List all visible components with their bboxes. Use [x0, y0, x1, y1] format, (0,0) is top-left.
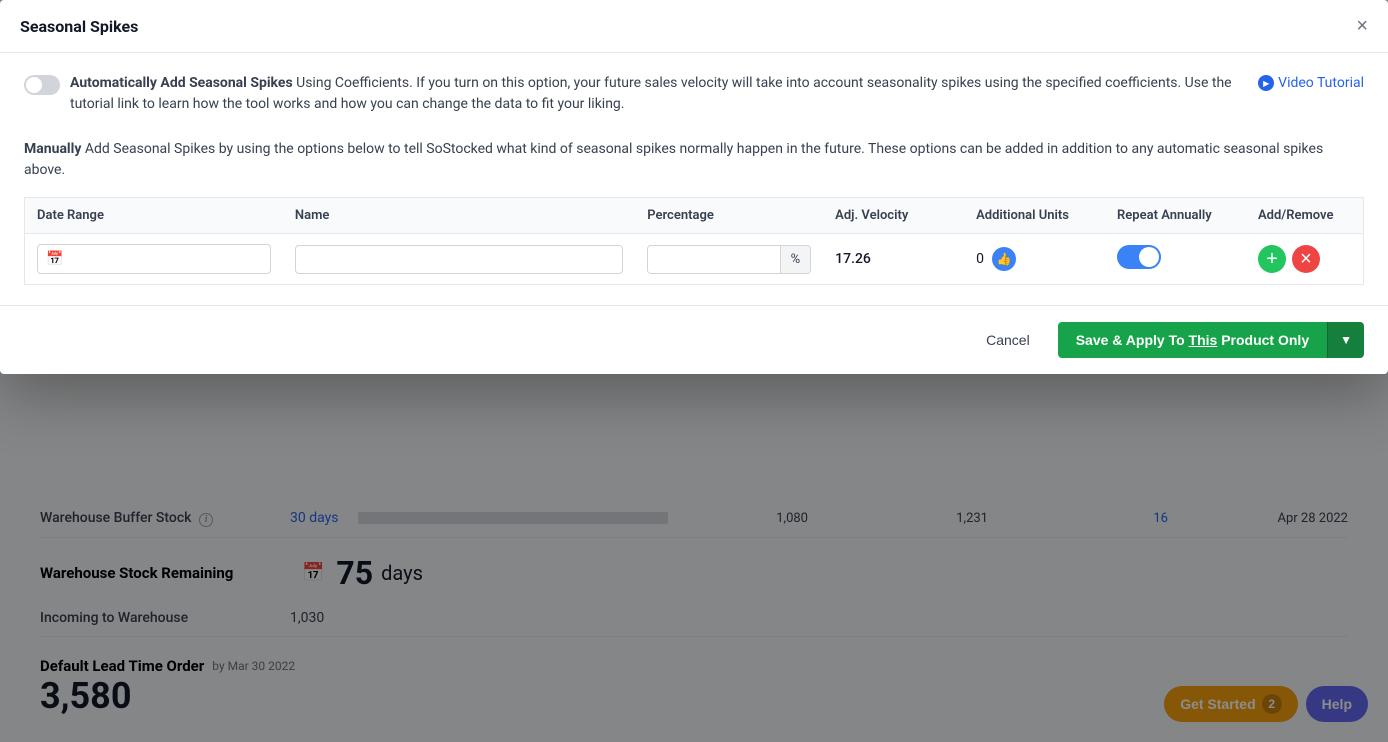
modal-footer: Cancel Save & Apply To This Product Only… [0, 305, 1388, 374]
save-dropdown-button[interactable]: ▼ [1327, 322, 1364, 358]
spikes-table: Date Range Name Percentage Adj. Velocity… [24, 197, 1364, 285]
date-range-cell: 📅 [25, 234, 283, 285]
header-name: Name [283, 198, 635, 234]
table-row: 📅 % 17.26 [25, 234, 1364, 285]
calendar-input-icon: 📅 [46, 251, 63, 267]
auto-toggle-bold: Automatically Add Seasonal Spikes [70, 75, 293, 91]
pct-suffix: % [780, 246, 811, 273]
save-button-group: Save & Apply To This Product Only ▼ [1058, 322, 1364, 358]
header-date-range: Date Range [25, 198, 283, 234]
save-bold: This [1189, 332, 1218, 348]
save-pre: Save & Apply To [1076, 332, 1189, 348]
header-repeat-annually: Repeat Annually [1105, 198, 1246, 234]
toggle-left: Automatically Add Seasonal Spikes Using … [24, 73, 1238, 115]
manual-bold: Manually [24, 141, 81, 157]
manual-section: Manually Add Seasonal Spikes by using th… [24, 139, 1364, 181]
additional-units-wrap: 0 👍 [976, 245, 1093, 273]
additional-units-cell: 0 👍 [964, 234, 1105, 285]
date-range-input[interactable] [69, 252, 261, 267]
manual-rest: Add Seasonal Spikes by using the options… [24, 141, 1323, 178]
header-row: Date Range Name Percentage Adj. Velocity… [25, 198, 1364, 234]
play-icon: ▶ [1258, 75, 1274, 91]
auto-toggle-row: Automatically Add Seasonal Spikes Using … [24, 73, 1364, 115]
adj-velocity-value: 17.26 [835, 251, 871, 267]
percentage-input-wrap: % [647, 245, 811, 274]
header-additional-units: Additional Units [964, 198, 1105, 234]
table-header: Date Range Name Percentage Adj. Velocity… [25, 198, 1364, 234]
video-tutorial-label: Video Tutorial [1278, 75, 1364, 91]
video-tutorial-link[interactable]: ▶ Video Tutorial [1258, 75, 1364, 91]
add-spike-button[interactable]: + [1258, 245, 1286, 273]
modal-header: Seasonal Spikes × [0, 0, 1388, 53]
cancel-button[interactable]: Cancel [970, 324, 1046, 356]
header-add-remove: Add/Remove [1246, 198, 1364, 234]
repeat-annually-cell [1105, 234, 1246, 285]
save-post: Product Only [1217, 332, 1309, 348]
header-adj-velocity: Adj. Velocity [823, 198, 964, 234]
name-cell [283, 234, 635, 285]
auto-toggle-switch[interactable] [24, 75, 60, 95]
seasonal-spikes-modal: Seasonal Spikes × Automatically Add Seas… [0, 0, 1388, 374]
manual-text: Manually Add Seasonal Spikes by using th… [24, 139, 1364, 181]
thumb-up-button[interactable]: 👍 [990, 245, 1018, 273]
header-percentage: Percentage [635, 198, 823, 234]
modal-body: Automatically Add Seasonal Spikes Using … [0, 53, 1388, 305]
name-input[interactable] [295, 245, 623, 274]
thumb-up-icon: 👍 [992, 247, 1016, 271]
save-button[interactable]: Save & Apply To This Product Only [1058, 322, 1327, 358]
modal-title: Seasonal Spikes [20, 17, 138, 36]
add-remove-cell: + × [1246, 234, 1364, 285]
percentage-cell: % [635, 234, 823, 285]
auto-toggle-text: Automatically Add Seasonal Spikes Using … [70, 73, 1238, 115]
percentage-input[interactable] [648, 246, 779, 273]
add-remove-wrap: + × [1258, 245, 1351, 273]
repeat-annually-toggle[interactable] [1117, 245, 1161, 269]
close-button[interactable]: × [1356, 16, 1368, 36]
table-body: 📅 % 17.26 [25, 234, 1364, 285]
date-input-wrap: 📅 [37, 244, 271, 274]
adj-velocity-cell: 17.26 [823, 234, 964, 285]
additional-units-value: 0 [976, 251, 984, 267]
remove-spike-button[interactable]: × [1292, 245, 1320, 273]
